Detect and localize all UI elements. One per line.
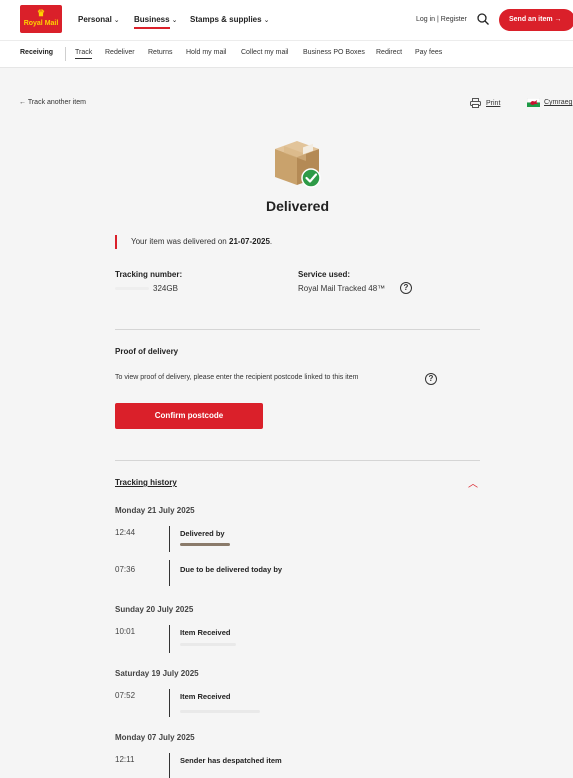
redacted-detail — [180, 710, 260, 713]
redacted-tracking-prefix — [115, 287, 149, 290]
delivery-status-title: Delivered — [265, 198, 330, 214]
chevron-down-icon: ⌄ — [263, 17, 270, 24]
tracking-number-label: Tracking number: — [115, 270, 183, 279]
event-label: Item Received — [180, 628, 231, 637]
delivery-date: 21-07-2025 — [229, 237, 270, 246]
receiving-subnav: Receiving Track Redeliver Returns Hold m… — [0, 41, 573, 68]
event-time: 07:36 — [115, 565, 136, 574]
proof-of-delivery-heading: Proof of delivery — [115, 347, 179, 356]
delivered-parcel-icon — [275, 141, 321, 188]
subnav-section-receiving[interactable]: Receiving — [20, 49, 53, 56]
top-navigation-bar: ♛ Royal Mail Personal ⌄ Business ⌄ Stamps … — [0, 0, 573, 41]
arrow-right-icon: → — [554, 16, 562, 23]
divider — [115, 460, 480, 461]
event-label: Due to be delivered today by — [180, 565, 283, 574]
redacted-detail — [180, 643, 236, 646]
register-link[interactable]: Register — [441, 16, 467, 23]
subnav-business-po-boxes[interactable]: Business PO Boxes — [303, 49, 365, 56]
tracking-number-value: 324GB — [153, 284, 178, 293]
crown-icon: ♛ — [36, 8, 46, 18]
printer-icon — [470, 98, 481, 108]
arrow-left-icon: ← — [19, 99, 26, 106]
subnav-hold-my-mail[interactable]: Hold my mail — [186, 49, 226, 56]
cymraeg-language-link[interactable]: Cymraeg — [526, 97, 572, 107]
timeline-line — [169, 560, 170, 586]
event-time: 10:01 — [115, 627, 136, 636]
question-mark-icon[interactable]: ? — [400, 282, 412, 294]
service-used-label: Service used: — [298, 270, 351, 279]
event-label: Delivered by — [180, 529, 225, 538]
royal-mail-logo[interactable]: ♛ Royal Mail — [20, 5, 62, 33]
divider — [115, 329, 480, 330]
subnav-redeliver[interactable]: Redeliver — [105, 49, 135, 56]
event-time: 12:11 — [115, 755, 135, 764]
login-register: Log in | Register — [416, 16, 467, 23]
tracking-history-heading[interactable]: Tracking history — [115, 478, 177, 487]
timeline-line — [169, 753, 170, 778]
proof-of-delivery-text: To view proof of delivery, please enter … — [115, 374, 359, 381]
service-used-value: Royal Mail Tracked 48™ — [298, 284, 386, 293]
subnav-pay-fees[interactable]: Pay fees — [415, 49, 442, 56]
history-day: Saturday 19 July 2025 — [115, 669, 199, 678]
event-time: 12:44 — [115, 528, 136, 537]
login-link[interactable]: Log in — [416, 16, 435, 23]
track-another-item-link[interactable]: ← Track another item — [19, 99, 86, 106]
subnav-divider — [65, 47, 66, 61]
history-day: Monday 21 July 2025 — [115, 506, 195, 515]
confirm-postcode-button[interactable]: Confirm postcode — [115, 403, 263, 429]
event-time: 07:52 — [115, 691, 136, 700]
history-day: Monday 07 July 2025 — [115, 733, 195, 742]
nav-personal[interactable]: Personal ⌄ — [78, 15, 120, 24]
event-label: Sender has despatched item — [180, 756, 282, 765]
subnav-returns[interactable]: Returns — [148, 49, 173, 56]
timeline-line — [169, 526, 170, 552]
nav-stamps-supplies[interactable]: Stamps & supplies ⌄ — [190, 15, 269, 24]
chevron-down-icon: ⌄ — [171, 17, 178, 24]
subnav-redirect[interactable]: Redirect — [376, 49, 402, 56]
redacted-detail — [180, 543, 230, 546]
question-mark-icon[interactable]: ? — [425, 373, 437, 385]
chevron-down-icon: ⌄ — [113, 17, 120, 24]
nav-business[interactable]: Business ⌄ — [134, 15, 178, 29]
print-link[interactable]: Print — [470, 98, 500, 108]
timeline-line — [169, 625, 170, 653]
subnav-collect-my-mail[interactable]: Collect my mail — [241, 49, 288, 56]
send-an-item-button[interactable]: Send an item → — [499, 9, 573, 31]
subnav-track[interactable]: Track — [75, 49, 93, 59]
event-label: Item Received — [180, 692, 231, 701]
history-day: Sunday 20 July 2025 — [115, 605, 194, 614]
timeline-line — [169, 689, 170, 717]
welsh-flag-icon — [526, 97, 541, 107]
chevron-up-icon[interactable]: ︿ — [468, 475, 478, 490]
search-icon[interactable] — [477, 13, 489, 25]
delivery-status-message: Your item was delivered on 21-07-2025. — [115, 235, 272, 249]
